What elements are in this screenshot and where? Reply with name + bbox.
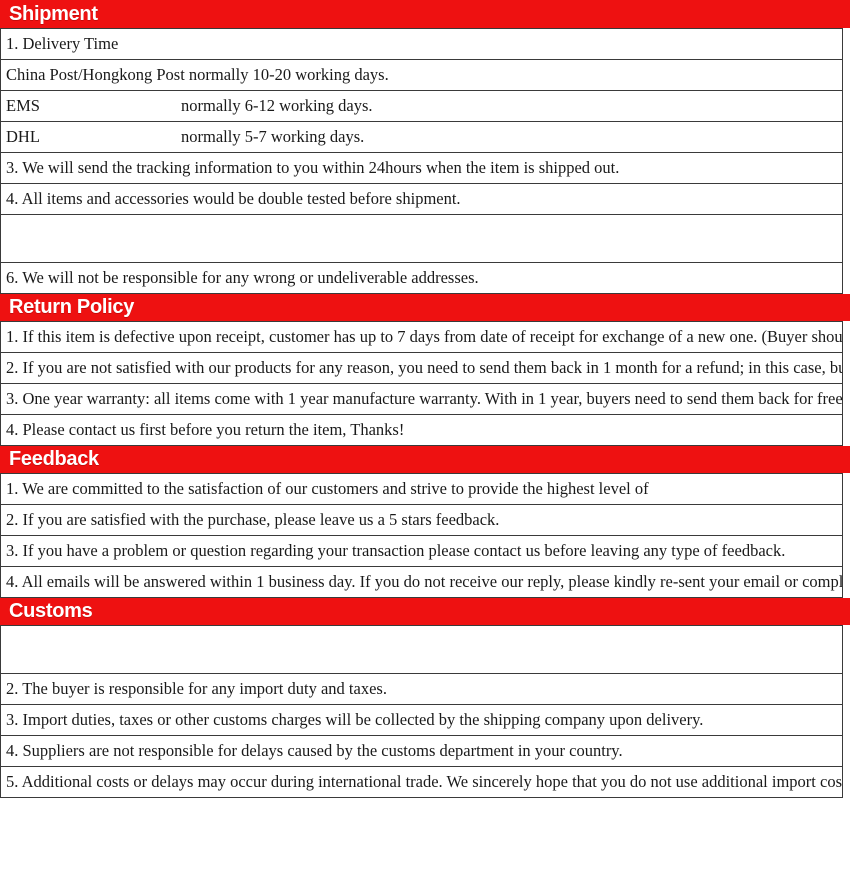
table-row: 1. Delivery Time <box>0 28 843 60</box>
table-row: 4. Suppliers are not responsible for del… <box>0 735 843 767</box>
table-row: 6. We will not be responsible for any wr… <box>0 262 843 294</box>
row-one-year-warranty: 3. One year warranty: all items come wit… <box>0 383 843 415</box>
section-return-policy: Return Policy 1. If this item is defecti… <box>0 294 850 446</box>
service-value-ems: normally 6-12 working days. <box>181 96 373 115</box>
table-row: DHL normally 5-7 working days. <box>0 121 843 153</box>
table-row: 2. If you are not satisfied with our pro… <box>0 352 843 384</box>
section-header-customs: Customs <box>0 598 850 625</box>
row-email-response-time: 4. All emails will be answered within 1 … <box>0 566 843 598</box>
table-row: 1. If this item is defective upon receip… <box>0 321 843 353</box>
row-refund-one-month: 2. If you are not satisfied with our pro… <box>0 352 843 384</box>
row-blank-customs <box>0 625 843 674</box>
row-additional-costs: 5. Additional costs or delays may occur … <box>0 766 843 798</box>
feedback-rows: 1. We are committed to the satisfaction … <box>0 473 843 598</box>
table-row: 4. All items and accessories would be do… <box>0 183 843 215</box>
row-blank-shipment <box>0 214 843 263</box>
table-row: 3. Import duties, taxes or other customs… <box>0 704 843 736</box>
row-defective-exchange: 1. If this item is defective upon receip… <box>0 321 843 353</box>
table-row: 4. All emails will be answered within 1 … <box>0 566 843 598</box>
row-double-tested: 4. All items and accessories would be do… <box>0 183 843 215</box>
row-contact-before-feedback: 3. If you have a problem or question reg… <box>0 535 843 567</box>
section-header-shipment: Shipment <box>0 0 850 28</box>
table-row: China Post/Hongkong Post normally 10-20 … <box>0 59 843 91</box>
row-five-stars: 2. If you are satisfied with the purchas… <box>0 504 843 536</box>
table-row: 5. Additional costs or delays may occur … <box>0 766 843 798</box>
service-name-dhl: DHL <box>6 127 40 146</box>
row-ems: EMS normally 6-12 working days. <box>0 90 843 122</box>
section-feedback: Feedback 1. We are committed to the sati… <box>0 446 850 598</box>
row-import-duties-collected: 3. Import duties, taxes or other customs… <box>0 704 843 736</box>
table-row: EMS normally 6-12 working days. <box>0 90 843 122</box>
section-shipment: Shipment 1. Delivery Time China Post/Hon… <box>0 0 850 294</box>
table-row: 2. If you are satisfied with the purchas… <box>0 504 843 536</box>
row-customer-satisfaction: 1. We are committed to the satisfaction … <box>0 473 843 505</box>
row-buyer-import-duty: 2. The buyer is responsible for any impo… <box>0 673 843 705</box>
table-row: 3. If you have a problem or question reg… <box>0 535 843 567</box>
row-china-post: China Post/Hongkong Post normally 10-20 … <box>0 59 843 91</box>
table-row <box>0 214 843 263</box>
section-header-return-policy: Return Policy <box>0 294 850 321</box>
row-customs-delays: 4. Suppliers are not responsible for del… <box>0 735 843 767</box>
shipment-rows: 1. Delivery Time China Post/Hongkong Pos… <box>0 28 843 294</box>
row-tracking-info: 3. We will send the tracking information… <box>0 152 843 184</box>
table-row: 3. One year warranty: all items come wit… <box>0 383 843 415</box>
service-name-ems: EMS <box>6 96 40 115</box>
row-dhl: DHL normally 5-7 working days. <box>0 121 843 153</box>
table-row: 2. The buyer is responsible for any impo… <box>0 673 843 705</box>
customs-rows: 2. The buyer is responsible for any impo… <box>0 625 843 798</box>
row-undeliverable-addresses: 6. We will not be responsible for any wr… <box>0 262 843 294</box>
row-contact-before-return: 4. Please contact us first before you re… <box>0 414 843 446</box>
section-header-feedback: Feedback <box>0 446 850 473</box>
service-value-dhl: normally 5-7 working days. <box>181 127 365 146</box>
section-customs: Customs 2. The buyer is responsible for … <box>0 598 850 798</box>
policy-sheet: Shipment 1. Delivery Time China Post/Hon… <box>0 0 850 798</box>
table-row <box>0 625 843 674</box>
table-row: 1. We are committed to the satisfaction … <box>0 473 843 505</box>
return-policy-rows: 1. If this item is defective upon receip… <box>0 321 843 446</box>
row-delivery-time: 1. Delivery Time <box>0 28 843 60</box>
table-row: 3. We will send the tracking information… <box>0 152 843 184</box>
table-row: 4. Please contact us first before you re… <box>0 414 843 446</box>
